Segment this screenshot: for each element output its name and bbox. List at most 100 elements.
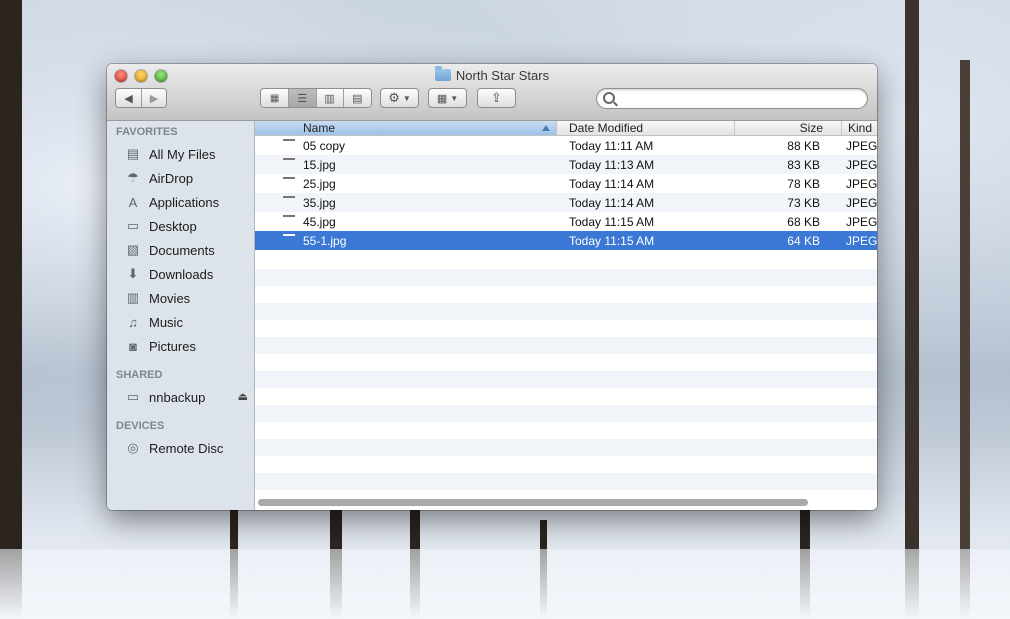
column-size-label: Size bbox=[799, 121, 823, 135]
column-header: Name Date Modified Size Kind bbox=[255, 121, 877, 136]
eject-icon[interactable]: ⏏ bbox=[238, 390, 248, 403]
devices-header: DEVICES bbox=[116, 420, 165, 432]
file-icon bbox=[283, 139, 295, 141]
sidebar-item-remote-disc[interactable]: ◎ Remote Disc bbox=[107, 437, 254, 459]
empty-row bbox=[255, 269, 877, 286]
file-icon bbox=[283, 158, 295, 160]
file-kind: JPEG bbox=[846, 215, 877, 229]
share-button[interactable]: ⇪ bbox=[477, 88, 516, 108]
gear-icon: ⚙ bbox=[388, 90, 400, 105]
column-date-label: Date Modified bbox=[569, 121, 644, 135]
file-size: 83 KB bbox=[787, 158, 820, 172]
airdrop-icon: ☂ bbox=[127, 170, 139, 185]
file-name: 45.jpg bbox=[303, 215, 336, 229]
coverflow-view-icon: ▤ bbox=[352, 92, 363, 105]
file-kind: JPEG bbox=[846, 196, 877, 210]
list-view-button[interactable]: ☰ bbox=[289, 89, 317, 107]
horizontal-scrollbar[interactable] bbox=[258, 499, 808, 506]
table-row[interactable]: 25.jpg Today 11:14 AM 78 KB JPEG bbox=[255, 174, 877, 193]
action-button[interactable]: ⚙ ▼ bbox=[380, 88, 419, 108]
window-title-text: North Star Stars bbox=[455, 68, 550, 83]
forward-button[interactable]: ▶ bbox=[141, 89, 166, 107]
sidebar-item-pictures[interactable]: ◙ Pictures bbox=[107, 335, 254, 357]
sidebar: FAVORITES ▤ All My Files ☂ AirDrop A Applic… bbox=[107, 121, 255, 510]
table-row[interactable]: 15.jpg Today 11:13 AM 83 KB JPEG bbox=[255, 155, 877, 174]
icon-view-button[interactable]: ▦ bbox=[261, 89, 290, 107]
file-size: 78 KB bbox=[787, 177, 820, 191]
sidebar-item-downloads[interactable]: ⬇ Downloads bbox=[107, 263, 254, 285]
search-field[interactable] bbox=[596, 88, 868, 109]
column-view-button[interactable]: ▥ bbox=[316, 89, 344, 107]
sidebar-item-label: AirDrop bbox=[149, 170, 194, 186]
sidebar-item-label: nnbackup bbox=[149, 389, 206, 405]
file-size: 68 KB bbox=[787, 215, 820, 229]
sidebar-item-nnbackup[interactable]: ▭ nnbackup ⏏ bbox=[107, 386, 254, 408]
empty-row bbox=[255, 371, 877, 388]
table-row[interactable]: 05 copy Today 11:11 AM 88 KB JPEG bbox=[255, 136, 877, 155]
sidebar-item-airdrop[interactable]: ☂ AirDrop bbox=[107, 167, 254, 189]
sidebar-item-label: Pictures bbox=[149, 338, 196, 354]
file-kind: JPEG bbox=[846, 234, 877, 248]
table-row-selected[interactable]: 55-1.jpg Today 11:15 AM 64 KB JPEG bbox=[255, 231, 877, 250]
file-name: 15.jpg bbox=[303, 158, 336, 172]
sidebar-item-desktop[interactable]: ▭ Desktop bbox=[107, 215, 254, 237]
column-size[interactable]: Size bbox=[735, 121, 842, 135]
file-list: Name Date Modified Size Kind 05 copy Tod… bbox=[255, 121, 877, 510]
table-row[interactable]: 35.jpg Today 11:14 AM 73 KB JPEG bbox=[255, 193, 877, 212]
view-mode-buttons: ▦ ☰ ▥ ▤ bbox=[260, 88, 372, 108]
file-name: 35.jpg bbox=[303, 196, 336, 210]
file-date: Today 11:14 AM bbox=[569, 177, 655, 191]
titlebar[interactable]: North Star Stars ◀ ▶ ▦ ☰ ▥ ▤ ⚙ ▼ ▦ ▼ ⇪ bbox=[107, 64, 877, 121]
file-kind: JPEG bbox=[846, 177, 877, 191]
snow-ground bbox=[0, 549, 1010, 619]
sidebar-item-label: Music bbox=[149, 314, 183, 330]
column-kind[interactable]: Kind bbox=[842, 121, 877, 135]
icon-view-icon: ▦ bbox=[269, 92, 280, 104]
movies-icon: ▥ bbox=[126, 290, 140, 305]
file-icon bbox=[283, 177, 295, 179]
search-input[interactable] bbox=[619, 91, 863, 108]
column-date-modified[interactable]: Date Modified bbox=[557, 121, 735, 135]
finder-window: North Star Stars ◀ ▶ ▦ ☰ ▥ ▤ ⚙ ▼ ▦ ▼ ⇪ FAV… bbox=[107, 64, 877, 510]
arrange-button[interactable]: ▦ ▼ bbox=[428, 88, 467, 108]
sidebar-item-applications[interactable]: A Applications bbox=[107, 191, 254, 213]
empty-row bbox=[255, 405, 877, 422]
back-button[interactable]: ◀ bbox=[116, 89, 142, 107]
sidebar-item-label: All My Files bbox=[149, 146, 216, 162]
sidebar-item-label: Desktop bbox=[149, 218, 197, 234]
server-icon: ▭ bbox=[126, 389, 140, 404]
documents-icon: ▧ bbox=[126, 242, 140, 257]
file-name: 55-1.jpg bbox=[303, 234, 347, 248]
downloads-icon: ⬇ bbox=[127, 266, 139, 281]
column-name[interactable]: Name bbox=[255, 121, 557, 135]
share-icon: ⇪ bbox=[491, 90, 502, 105]
file-name: 05 copy bbox=[303, 139, 346, 153]
file-name: 25.jpg bbox=[303, 177, 336, 191]
file-icon bbox=[283, 234, 295, 236]
sidebar-item-movies[interactable]: ▥ Movies bbox=[107, 287, 254, 309]
file-kind: JPEG bbox=[846, 139, 877, 153]
file-size: 73 KB bbox=[787, 196, 820, 210]
favorites-header: FAVORITES bbox=[116, 126, 178, 138]
file-date: Today 11:13 AM bbox=[569, 158, 655, 172]
empty-row bbox=[255, 337, 877, 354]
sidebar-item-label: Remote Disc bbox=[149, 440, 224, 456]
empty-row bbox=[255, 473, 877, 490]
file-date: Today 11:14 AM bbox=[569, 196, 655, 210]
sidebar-item-documents[interactable]: ▧ Documents bbox=[107, 239, 254, 261]
file-date: Today 11:15 AM bbox=[569, 215, 655, 229]
sidebar-item-label: Movies bbox=[149, 290, 191, 306]
search-icon bbox=[603, 92, 615, 104]
chevron-down-icon: ▼ bbox=[450, 93, 459, 103]
back-forward-buttons: ◀ ▶ bbox=[115, 88, 167, 108]
column-view-icon: ▥ bbox=[324, 92, 335, 105]
sidebar-item-all-my-files[interactable]: ▤ All My Files bbox=[107, 143, 254, 165]
sidebar-item-music[interactable]: ♫ Music bbox=[107, 311, 254, 333]
file-icon bbox=[283, 196, 295, 198]
tree-trunk bbox=[0, 0, 22, 619]
pictures-icon: ◙ bbox=[129, 338, 137, 354]
empty-row bbox=[255, 439, 877, 456]
table-row[interactable]: 45.jpg Today 11:15 AM 68 KB JPEG bbox=[255, 212, 877, 231]
file-icon bbox=[283, 215, 295, 217]
coverflow-view-button[interactable]: ▤ bbox=[343, 89, 371, 107]
